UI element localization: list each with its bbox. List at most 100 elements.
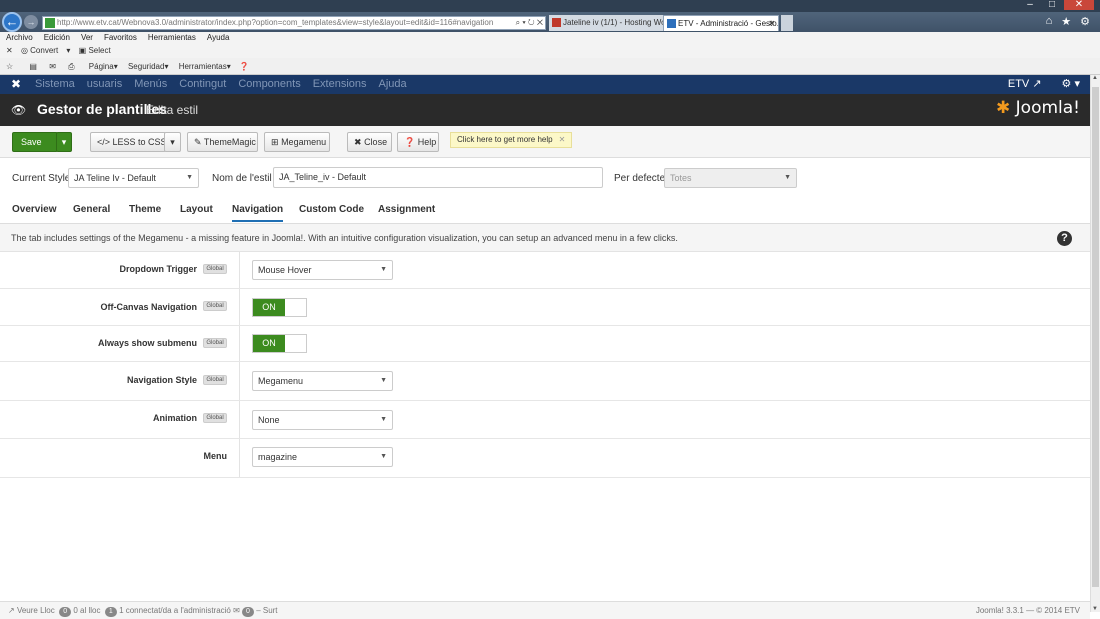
eye-icon: 👁 [11, 103, 27, 117]
scroll-down-icon[interactable]: ▼ [1092, 606, 1098, 612]
close-bar-icon[interactable]: ✕ [6, 46, 13, 55]
pagina-menu[interactable]: Página [89, 62, 114, 71]
herramientas-menu[interactable]: Herramientas [179, 62, 227, 71]
less-dropdown-button[interactable]: ▾ [164, 132, 181, 152]
description-text: The tab includes settings of the Megamen… [11, 233, 678, 243]
scroll-thumb[interactable] [1092, 87, 1099, 587]
style-name-input[interactable]: JA_Teline_iv - Default [273, 167, 603, 188]
maximize-button[interactable]: □ [1042, 0, 1062, 10]
site-favicon-icon [45, 18, 55, 28]
select-button[interactable]: Select [88, 46, 110, 55]
tooltip-close-icon[interactable]: ✕ [559, 135, 566, 144]
close-button[interactable]: ✖ Close [347, 132, 392, 152]
site-menu[interactable]: ETV ↗ [1008, 75, 1042, 94]
menu-ayuda[interactable]: Ayuda [207, 33, 230, 42]
footer-copyright: Joomla! 3.3.1 — © 2014 ETV [975, 606, 1080, 615]
always-submenu-toggle[interactable]: ON [252, 334, 307, 353]
joomla-mini-logo-icon[interactable]: ✖ [11, 77, 21, 91]
favorites-star-icon[interactable]: ★ [1061, 15, 1071, 28]
menu-select[interactable]: magazine ▼ [252, 447, 393, 467]
menu-archivo[interactable]: Archivo [6, 33, 33, 42]
close-tab-icon[interactable]: ✕ [768, 16, 775, 31]
less-to-css-button[interactable]: </> LESS to CSS [90, 132, 167, 152]
tab-favicon-icon [667, 19, 676, 28]
tab-custom-code[interactable]: Custom Code [299, 204, 364, 215]
settings-tabs: Overview General Theme Layout Navigation… [0, 198, 1090, 224]
seguridad-menu[interactable]: Seguridad [128, 62, 164, 71]
nav-components[interactable]: Components [238, 75, 300, 94]
setting-row-dropdown-trigger: Dropdown Trigger Global Mouse Hover ▼ [0, 252, 1090, 289]
view-site-link[interactable]: ↗ Veure Lloc [8, 606, 55, 615]
herramientas-caret-icon: ▾ [226, 62, 231, 71]
new-tab-button[interactable] [781, 15, 793, 31]
browser-tab-1[interactable]: Jateline iv (1/1) - Hosting Wor... [549, 15, 663, 31]
forward-button[interactable]: → [24, 15, 38, 29]
help-question-icon[interactable]: ? [1057, 231, 1072, 246]
print-icon[interactable]: ⎙ [68, 62, 74, 71]
megamenu-button[interactable]: ⊞ Megamenu [264, 132, 330, 152]
feeds-icon[interactable]: ▤ [29, 62, 37, 71]
convert-button[interactable]: Convert [30, 46, 58, 55]
setting-label: Dropdown Trigger [119, 264, 198, 274]
tab-navigation[interactable]: Navigation [232, 204, 284, 222]
default-select[interactable]: Totes ▼ [664, 168, 797, 188]
save-button[interactable]: Save [12, 132, 58, 152]
help-button[interactable]: ❓ Help [397, 132, 439, 152]
favorites-add-icon[interactable]: ☆ [6, 62, 13, 71]
back-button[interactable]: ← [2, 12, 22, 32]
current-style-label: Current Style [12, 173, 71, 184]
animation-select[interactable]: None ▼ [252, 410, 393, 430]
thememagic-button[interactable]: ✎ ThemeMagic [187, 132, 258, 152]
style-row: Current Style JA Teline Iv - Default ▼ No… [0, 160, 1090, 196]
page-header: 👁 Gestor de plantilles Edita estil ✱ Joo… [0, 94, 1090, 126]
address-bar[interactable]: http://www.etv.cat/Webnova3.0/administra… [42, 16, 546, 30]
browser-tab-2[interactable]: ETV - Administració - Gesto... ✕ [663, 15, 779, 31]
online-count-badge: 0 [59, 607, 72, 617]
title-strip [0, 0, 1100, 12]
share-icon: ↗ [8, 606, 15, 615]
save-dropdown-button[interactable]: ▾ [56, 132, 72, 152]
scroll-up-icon[interactable]: ▲ [1092, 75, 1098, 81]
save-label: Save [21, 137, 42, 147]
tab-layout[interactable]: Layout [180, 204, 213, 215]
nav-style-select[interactable]: Megamenu ▼ [252, 371, 393, 391]
settings-gear-icon[interactable]: ⚙ [1080, 15, 1090, 28]
menu-edicion[interactable]: Edición [44, 33, 70, 42]
nav-extensions[interactable]: Extensions [313, 75, 367, 94]
global-badge: Global [203, 375, 227, 385]
tab-theme[interactable]: Theme [129, 204, 161, 215]
minimize-button[interactable]: – [1020, 0, 1040, 10]
current-style-select[interactable]: JA Teline Iv - Default ▼ [68, 168, 199, 188]
logout-link[interactable]: – Surt [256, 606, 277, 615]
nav-sistema[interactable]: Sistema [35, 75, 75, 94]
nav-ajuda[interactable]: Ajuda [379, 75, 407, 94]
nav-menus[interactable]: Menús [134, 75, 167, 94]
setting-label: Always show submenu [97, 338, 197, 348]
help-tooltip[interactable]: Click here to get more help ✕ [450, 132, 573, 148]
user-gear-icon[interactable]: ⚙ ▾ [1062, 75, 1080, 94]
nav-usuaris[interactable]: usuaris [87, 75, 122, 94]
admin-count-badge: 1 [104, 607, 117, 617]
tab-general[interactable]: General [73, 204, 110, 215]
tab-overview[interactable]: Overview [12, 204, 56, 215]
address-tools[interactable]: ⌕ ▾ ↻ ✕ [516, 17, 543, 29]
dropdown-trigger-select[interactable]: Mouse Hover ▼ [252, 260, 393, 280]
message-count-badge: 0 [242, 607, 254, 617]
menu-ver[interactable]: Ver [81, 33, 93, 42]
seguridad-caret-icon: ▾ [164, 62, 169, 71]
menu-favoritos[interactable]: Favoritos [104, 33, 137, 42]
chevron-down-icon: ▼ [186, 174, 193, 181]
offcanvas-toggle[interactable]: ON [252, 298, 307, 317]
home-icon[interactable]: ⌂ [1046, 15, 1053, 28]
help-icon[interactable]: ❓ [239, 62, 249, 71]
nav-contingut[interactable]: Contingut [179, 75, 226, 94]
close-window-button[interactable]: ✕ [1064, 0, 1094, 10]
page-scrollbar[interactable]: ▲ ▼ [1090, 75, 1100, 612]
convert-dropdown-icon[interactable]: ▾ [66, 46, 70, 55]
menu-herramientas[interactable]: Herramientas [148, 33, 196, 42]
tab-assignment[interactable]: Assignment [378, 204, 435, 215]
close-x-icon: ✖ [354, 137, 362, 147]
global-badge: Global [203, 413, 227, 423]
mail-icon[interactable]: ✉ [49, 62, 56, 71]
chevron-down-icon: ▼ [380, 266, 387, 273]
